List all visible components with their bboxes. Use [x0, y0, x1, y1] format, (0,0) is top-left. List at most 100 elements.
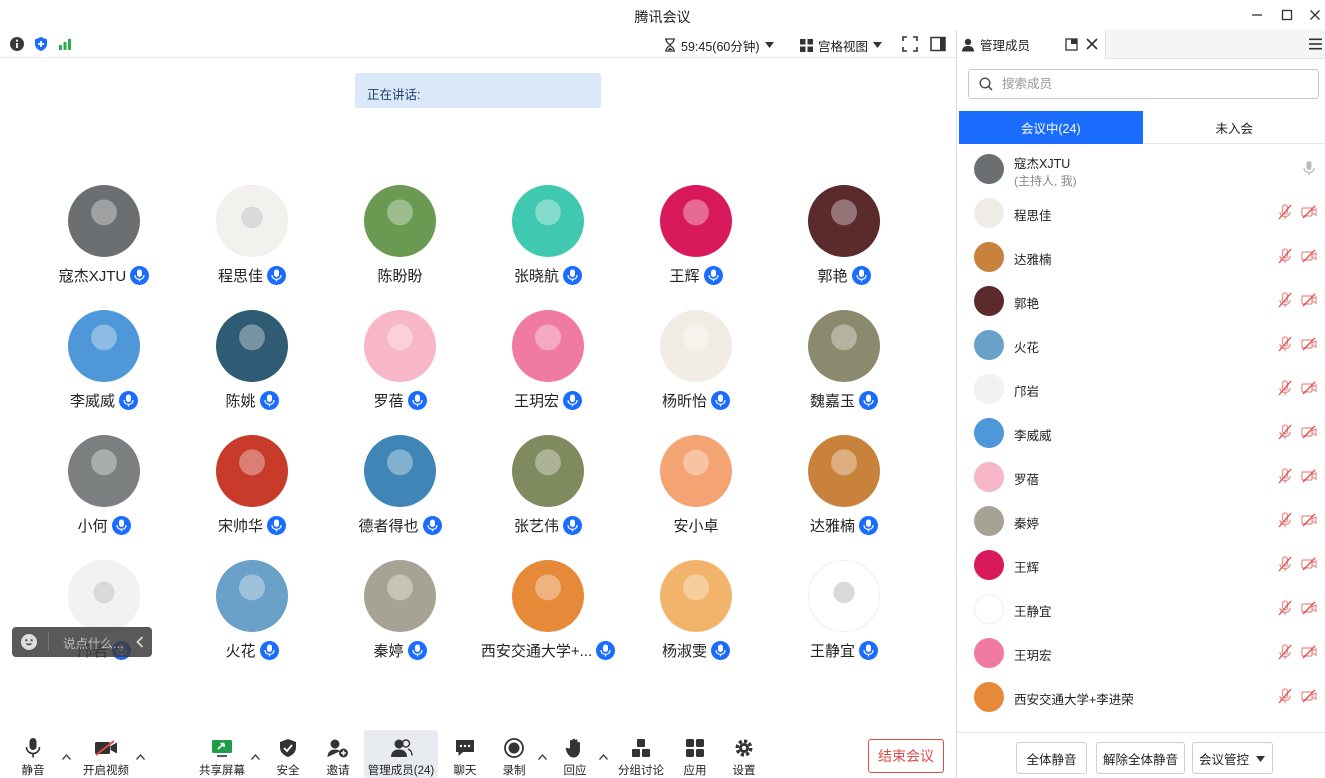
share-options-caret[interactable] — [250, 752, 261, 763]
participant-tile[interactable]: 罗蓓 — [326, 310, 474, 420]
record-options-caret[interactable] — [537, 752, 548, 763]
member-row[interactable]: 罗蓓 — [957, 454, 1325, 498]
record-button[interactable]: 录制 — [497, 730, 531, 778]
participant-tile[interactable]: 秦婷 — [326, 560, 474, 670]
video-off-icon[interactable] — [1301, 644, 1317, 660]
settings-button[interactable]: 设置 — [727, 730, 761, 778]
video-off-icon[interactable] — [1301, 688, 1317, 704]
participant-tile[interactable]: 魏嘉玉 — [770, 310, 918, 420]
video-options-caret[interactable] — [135, 752, 146, 763]
mic-muted-icon[interactable] — [1277, 204, 1293, 220]
video-off-icon[interactable] — [1301, 204, 1317, 220]
menu-icon[interactable] — [1309, 38, 1322, 50]
mic-muted-icon[interactable] — [1277, 424, 1293, 440]
participant-tile[interactable]: 王玥宏 — [474, 310, 622, 420]
member-row[interactable]: 王辉 — [957, 542, 1325, 586]
member-row[interactable]: 西安交通大学+李进荣 — [957, 674, 1325, 718]
start-video-button[interactable]: 开启视频 — [80, 730, 132, 778]
member-row[interactable]: 达雅楠 — [957, 234, 1325, 278]
participant-tile[interactable]: 宋帅华 — [178, 435, 326, 545]
participant-tile[interactable]: 陈盼盼 — [326, 185, 474, 295]
participant-label: 程思佳 — [178, 265, 326, 286]
participant-tile[interactable]: 郭艳 — [770, 185, 918, 295]
video-off-icon[interactable] — [1301, 336, 1317, 352]
participant-tile[interactable]: 程思佳 — [178, 185, 326, 295]
video-off-icon[interactable] — [1301, 468, 1317, 484]
participant-tile[interactable]: 德者得也 — [326, 435, 474, 545]
video-off-icon[interactable] — [1301, 512, 1317, 528]
participant-tile[interactable]: 达雅楠 — [770, 435, 918, 545]
participant-name: 宋帅华 — [217, 518, 263, 535]
react-button[interactable]: 回应 — [558, 730, 592, 778]
mic-muted-icon[interactable] — [1277, 468, 1293, 484]
participant-tile[interactable]: 小何 — [30, 435, 178, 545]
mic-muted-icon[interactable] — [1277, 380, 1293, 396]
pop-out-icon[interactable] — [1065, 38, 1078, 51]
mute-all-button[interactable]: 全体静音 — [1016, 742, 1087, 774]
participant-tile[interactable]: 安小卓 — [622, 435, 770, 545]
participant-tile[interactable]: 李威威 — [30, 310, 178, 420]
minimize-button[interactable] — [1240, 0, 1274, 30]
mic-muted-icon[interactable] — [1277, 556, 1293, 572]
member-search-input[interactable] — [1002, 77, 1302, 91]
member-row[interactable]: 火花 — [957, 322, 1325, 366]
mic-muted-icon[interactable] — [1277, 644, 1293, 660]
participant-name: 杨昕怡 — [661, 393, 707, 410]
member-row[interactable]: 郭艳 — [957, 278, 1325, 322]
end-meeting-button[interactable]: 结束会议 — [868, 739, 944, 773]
close-window-button[interactable] — [1298, 0, 1325, 30]
audio-options-caret[interactable] — [61, 752, 72, 763]
video-off-icon[interactable] — [1301, 424, 1317, 440]
video-off-icon[interactable] — [1301, 600, 1317, 616]
participant-tile[interactable]: 张晓航 — [474, 185, 622, 295]
share-screen-button[interactable]: 共享屏幕 — [197, 730, 247, 778]
video-off-icon[interactable] — [1301, 380, 1317, 396]
manage-members-button[interactable]: 管理成员(24) — [364, 730, 438, 778]
close-icon[interactable] — [1086, 38, 1098, 50]
invite-button[interactable]: 邀请 — [321, 730, 355, 778]
video-off-icon[interactable] — [1301, 248, 1317, 264]
react-options-caret[interactable] — [598, 752, 609, 763]
unmute-all-button[interactable]: 解除全体静音 — [1096, 742, 1185, 774]
mic-muted-icon[interactable] — [1277, 336, 1293, 352]
participant-tile[interactable]: 陈姚 — [178, 310, 326, 420]
mic-muted-icon[interactable] — [1277, 600, 1293, 616]
video-off-icon[interactable] — [1301, 292, 1317, 308]
participant-tile[interactable]: 张艺伟 — [474, 435, 622, 545]
mute-button[interactable]: 静音 — [14, 730, 52, 778]
chat-icon — [456, 740, 474, 756]
tab-not-joined[interactable]: 未入会 — [1142, 111, 1325, 144]
member-row[interactable]: 邝岩 — [957, 366, 1325, 410]
member-row[interactable]: 王玥宏 — [957, 630, 1325, 674]
participant-tile[interactable]: 王辉 — [622, 185, 770, 295]
meeting-controls-button[interactable]: 会议管控 — [1192, 742, 1273, 774]
tab-in-meeting[interactable]: 会议中(24) — [959, 111, 1143, 144]
member-row-host[interactable]: 寇杰XJTU (主持人, 我) — [957, 146, 1325, 190]
security-button[interactable]: 安全 — [271, 730, 305, 778]
mic-muted-icon[interactable] — [1277, 512, 1293, 528]
chevron-left-icon[interactable] — [136, 636, 144, 648]
chat-input-hint[interactable]: 说点什么... — [12, 627, 152, 657]
apps-button[interactable]: 应用 — [678, 730, 712, 778]
chat-button[interactable]: 聊天 — [448, 730, 482, 778]
member-row[interactable]: 王静宜 — [957, 586, 1325, 630]
participant-tile[interactable]: 杨昕怡 — [622, 310, 770, 420]
mic-muted-icon[interactable] — [1277, 292, 1293, 308]
mic-muted-icon[interactable] — [1277, 688, 1293, 704]
mic-muted-icon[interactable] — [1277, 248, 1293, 264]
video-off-icon[interactable] — [1301, 556, 1317, 572]
participant-tile[interactable]: 西安交通大学+... — [474, 560, 622, 670]
panel-header: 管理成员 — [957, 30, 1325, 59]
member-row[interactable]: 李威威 — [957, 410, 1325, 454]
participant-tile[interactable]: 王静宜 — [770, 560, 918, 670]
member-row[interactable]: 秦婷 — [957, 498, 1325, 542]
tab-manage-members[interactable]: 管理成员 — [957, 30, 1106, 59]
emoji-icon[interactable] — [20, 633, 38, 651]
participant-tile[interactable]: 火花 — [178, 560, 326, 670]
participant-tile[interactable]: 杨淑雯 — [622, 560, 770, 670]
member-row[interactable]: 程思佳 — [957, 190, 1325, 234]
participant-tile[interactable]: 寇杰XJTU — [30, 185, 178, 295]
apps-icon — [686, 739, 704, 757]
microphone-icon[interactable] — [1301, 160, 1317, 176]
breakout-rooms-button[interactable]: 分组讨论 — [616, 730, 666, 778]
